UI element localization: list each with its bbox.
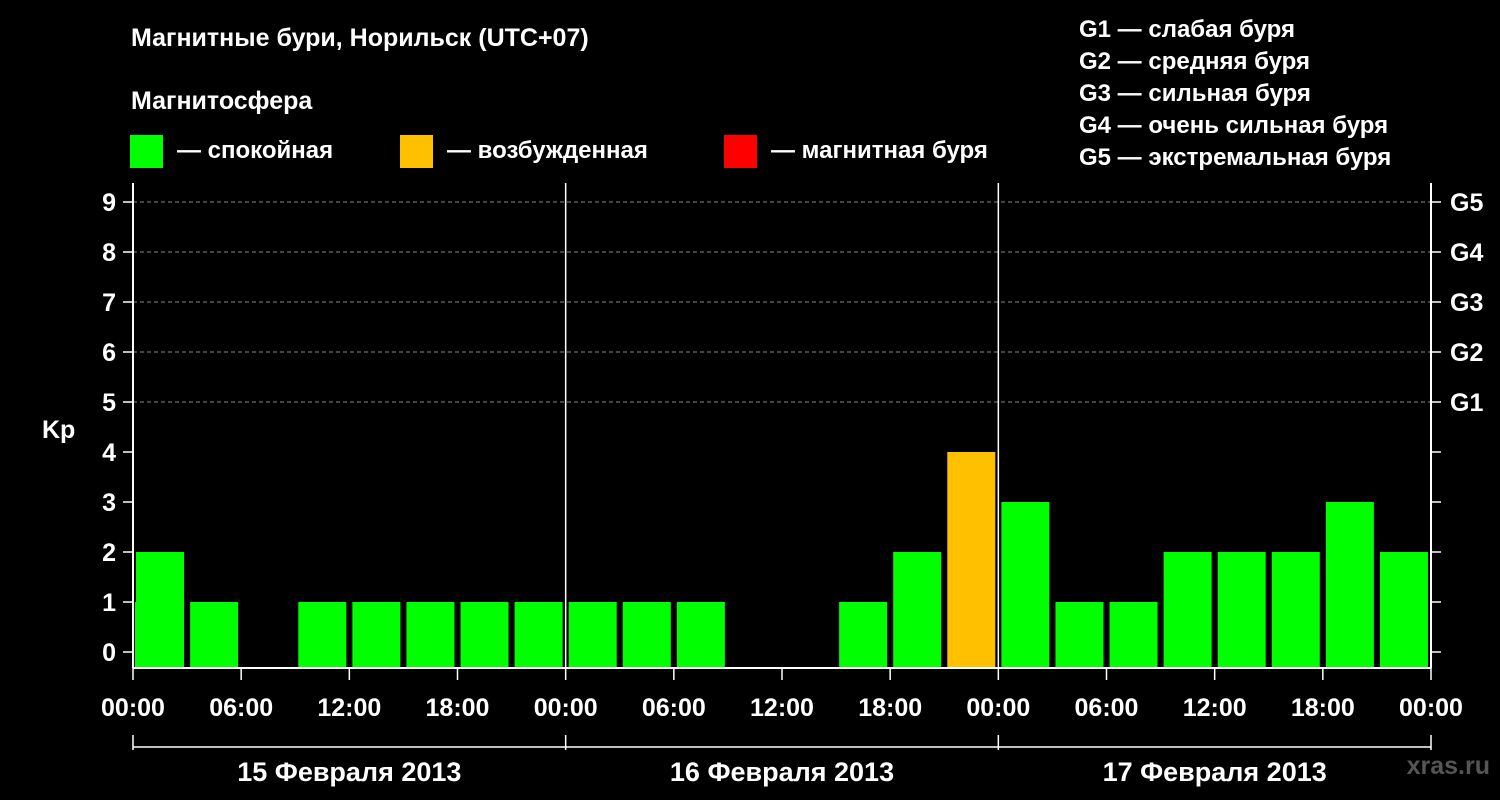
ytick-label-6: 6 xyxy=(102,339,116,367)
g-label-G4: G4 xyxy=(1450,239,1483,267)
ytick-label-7: 7 xyxy=(102,289,116,317)
xtick-label-11: 18:00 xyxy=(1291,694,1355,722)
xtick-label-9: 06:00 xyxy=(1075,694,1139,722)
kp-bar-8 xyxy=(622,602,671,668)
ytick-label-3: 3 xyxy=(102,489,116,517)
kp-bar-19 xyxy=(1325,502,1374,668)
ytick-label-2: 2 xyxy=(102,539,116,567)
kp-bar-16 xyxy=(1163,552,1212,668)
kp-bar-12 xyxy=(947,452,996,668)
xtick-label-4: 00:00 xyxy=(534,694,598,722)
xtick-label-10: 12:00 xyxy=(1183,694,1247,722)
kp-bar-5 xyxy=(460,602,509,668)
kp-bar-6 xyxy=(514,602,563,668)
xtick-label-3: 18:00 xyxy=(426,694,490,722)
xtick-label-12: 00:00 xyxy=(1399,694,1463,722)
xtick-label-1: 06:00 xyxy=(209,694,273,722)
xtick-label-2: 12:00 xyxy=(317,694,381,722)
g-label-G3: G3 xyxy=(1450,289,1483,317)
kp-bar-13 xyxy=(1001,502,1050,668)
xtick-label-7: 18:00 xyxy=(858,694,922,722)
kp-bar-15 xyxy=(1109,602,1158,668)
kp-bar-20 xyxy=(1379,552,1428,668)
kp-bar-10 xyxy=(839,602,888,668)
watermark: xras.ru xyxy=(1406,752,1490,780)
ytick-label-5: 5 xyxy=(102,389,116,417)
y-axis-label: Kp xyxy=(42,416,75,444)
kp-bar-14 xyxy=(1055,602,1104,668)
kp-bar-first xyxy=(135,602,151,668)
kp-bar-18 xyxy=(1271,552,1320,668)
g-label-G1: G1 xyxy=(1450,389,1483,417)
kp-bar-2 xyxy=(298,602,347,668)
xtick-label-6: 12:00 xyxy=(750,694,814,722)
ytick-label-1: 1 xyxy=(102,589,116,617)
kp-bar-7 xyxy=(568,602,617,668)
g-label-G2: G2 xyxy=(1450,339,1483,367)
g-label-G5: G5 xyxy=(1450,189,1483,217)
kp-bar-3 xyxy=(352,602,401,668)
day-label-0: 15 Февраля 2013 xyxy=(237,757,461,787)
ytick-label-9: 9 xyxy=(102,189,116,217)
ytick-label-8: 8 xyxy=(102,239,116,267)
kp-bar-1 xyxy=(190,602,239,668)
kp-chart: 0 1 2 3 4 5 6 7 8 9 G1 G2 G3 G4 G5 Kp 00:00 06:00 12:00 18:… xyxy=(42,183,1483,787)
day-label-1: 16 Февраля 2013 xyxy=(670,757,894,787)
day-label-2: 17 Февраля 2013 xyxy=(1103,757,1327,787)
xtick-label-8: 00:00 xyxy=(966,694,1030,722)
xtick-label-0: 00:00 xyxy=(101,694,165,722)
kp-bar-11 xyxy=(893,552,942,668)
ytick-label-4: 4 xyxy=(102,439,116,467)
kp-bar-4 xyxy=(406,602,455,668)
xtick-label-5: 06:00 xyxy=(642,694,706,722)
kp-bar-9 xyxy=(676,602,725,668)
kp-bar-17 xyxy=(1217,552,1266,668)
ytick-label-0: 0 xyxy=(102,639,116,667)
